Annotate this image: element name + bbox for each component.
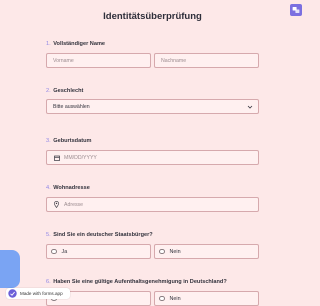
question-full-name: 1. Vollständiger Name bbox=[46, 41, 105, 47]
question-label: Geschlecht bbox=[53, 88, 84, 94]
question-label: Haben Sie eine gültige Aufenthaltsgenehm… bbox=[53, 279, 227, 285]
gender-select[interactable]: Bitte auswählen bbox=[46, 99, 259, 114]
question-number: 2. bbox=[46, 88, 51, 94]
question-number: 1. bbox=[46, 41, 51, 47]
side-tab[interactable] bbox=[0, 250, 20, 288]
language-button[interactable] bbox=[290, 4, 302, 16]
question-birthdate: 3. Geburtsdatum bbox=[46, 138, 91, 144]
question-label: Sind Sie ein deutscher Staatsbürger? bbox=[53, 232, 153, 238]
question-label: Wohnadresse bbox=[53, 185, 90, 191]
option-label: Nein bbox=[169, 248, 181, 255]
first-name-field[interactable]: Vorname bbox=[46, 53, 151, 68]
question-number: 3. bbox=[46, 138, 51, 144]
question-label: Geburtsdatum bbox=[53, 138, 92, 144]
question-gender: 2. Geschlecht bbox=[46, 88, 83, 94]
gender-select-value: Bitte auswählen bbox=[53, 103, 90, 110]
last-name-placeholder: Nachname bbox=[161, 57, 187, 64]
question-residence-permit: 6. Haben Sie eine gültige Aufenthaltsgen… bbox=[46, 279, 227, 285]
page-title: Identitätsüberprüfung bbox=[103, 11, 202, 22]
question-number: 4. bbox=[46, 185, 51, 191]
made-with-badge[interactable]: Made with forms.app bbox=[6, 288, 70, 299]
radio-circle[interactable] bbox=[159, 248, 165, 255]
citizenship-yes-option[interactable]: Ja bbox=[46, 244, 151, 259]
address-placeholder: Adresse bbox=[64, 201, 84, 208]
question-number: 6. bbox=[46, 279, 51, 285]
residence-no-option[interactable]: Nein bbox=[154, 291, 259, 306]
question-citizenship: 5. Sind Sie ein deutscher Staatsbürger? bbox=[46, 232, 153, 238]
radio-circle[interactable] bbox=[51, 248, 57, 255]
radio-circle[interactable] bbox=[159, 295, 165, 302]
last-name-field[interactable]: Nachname bbox=[154, 53, 259, 68]
option-label: Nein bbox=[169, 295, 181, 302]
calendar-icon bbox=[53, 154, 60, 161]
question-address: 4. Wohnadresse bbox=[46, 185, 90, 191]
badge-text: Made with forms.app bbox=[20, 291, 63, 296]
option-label: Ja bbox=[61, 248, 68, 255]
location-pin-icon bbox=[53, 201, 60, 208]
translate-icon bbox=[292, 7, 300, 13]
forms-app-logo-icon bbox=[8, 289, 17, 298]
chevron-down-icon bbox=[247, 105, 253, 109]
birthdate-placeholder: MM/DD/YYYY bbox=[64, 154, 97, 161]
address-field[interactable]: Adresse bbox=[46, 197, 259, 212]
birthdate-field[interactable]: MM/DD/YYYY bbox=[46, 150, 259, 165]
question-number: 5. bbox=[46, 232, 51, 238]
citizenship-no-option[interactable]: Nein bbox=[154, 244, 259, 259]
first-name-placeholder: Vorname bbox=[53, 57, 74, 64]
question-label: Vollständiger Name bbox=[53, 41, 106, 47]
